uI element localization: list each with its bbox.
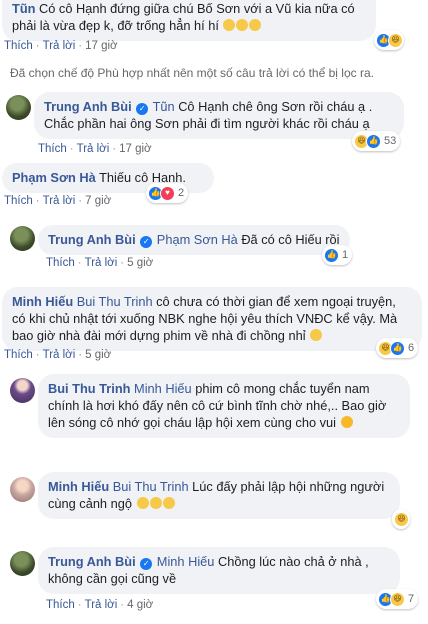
verified-icon: ✓ [140,558,153,570]
comment-bubble: Trung Anh Bùi ✓ Minh Hiếu Chồng lúc nào … [38,547,400,594]
comment-author[interactable]: Minh Hiếu [48,479,109,494]
haha-icon: 😆 [388,32,403,48]
comment-actions: Thích · Trả lời · 17 giờ [38,143,152,155]
timestamp[interactable]: 7 giờ [85,195,111,207]
like-icon: 👍 [366,133,381,149]
reaction-count: 6 [408,342,415,354]
comment-bubble: Trung Anh Bùi ✓ Phạm Sơn Hà Đã có cô Hiế… [38,225,350,255]
comment-actions: Thích · Trả lời · 17 giờ [4,40,118,52]
haha-icon: 😆 [390,591,405,607]
reaction-count: 7 [408,593,415,605]
reaction-count: 1 [342,249,349,261]
avatar[interactable] [10,226,35,251]
comment-text: Đã có cô Hiếu rồi [241,232,340,247]
reaction-summary[interactable]: 😆 👍 6 [376,338,419,358]
verified-icon: ✓ [136,103,149,115]
like-link[interactable]: Thích [46,599,75,611]
avatar[interactable] [10,378,35,403]
comment-author[interactable]: Minh Hiếu [12,294,73,309]
comment-author[interactable]: Trung Anh Bùi [48,554,136,569]
comment-author[interactable]: Bui Thu Trinh [48,381,130,396]
mention-tag[interactable]: Minh Hiếu [157,554,215,569]
haha-icon: 😆 [394,511,409,527]
reaction-count: 53 [384,135,397,147]
comment-author[interactable]: Tũn [12,1,35,16]
like-link[interactable]: Thích [46,257,75,269]
comment-author[interactable]: Trung Anh Bùi [44,99,132,114]
mention-tag[interactable]: Bui Thu Trinh [77,294,153,309]
reaction-summary[interactable]: 😆 👍 53 [352,131,401,151]
reply-link[interactable]: Trả lời [85,599,118,611]
comment-actions: Thích · Trả lời · 5 giờ [4,349,112,361]
verified-icon: ✓ [140,236,153,248]
love-icon: ♥ [160,185,175,201]
reply-link[interactable]: Trả lời [43,40,76,52]
like-link[interactable]: Thích [4,195,33,207]
filter-note: Đã chọn chế độ Phù hợp nhất nên một số c… [10,66,374,80]
comment-actions: Thích · Trả lời · 5 giờ [46,257,154,269]
timestamp[interactable]: 5 giờ [127,257,153,269]
timestamp[interactable]: 17 giờ [119,143,151,155]
mention-tag[interactable]: Bui Thu Trinh [113,479,189,494]
reaction-summary[interactable]: 👍 😆 [374,30,404,50]
reply-link[interactable]: Trả lời [77,143,110,155]
like-icon: 👍 [390,340,405,356]
avatar[interactable] [10,551,35,576]
comment-bubble: Trung Anh Bùi ✓ Tũn Cô Hạnh chê ông Sơn … [34,92,404,139]
avatar[interactable] [10,477,35,502]
reaction-summary[interactable]: 😆 [392,509,410,529]
comment-actions: Thích · Trả lời · 4 giờ [46,599,154,611]
timestamp[interactable]: 5 giờ [85,349,111,361]
comment-bubble: Minh Hiếu Bui Thu Trinh cô chưa có thời … [2,287,422,351]
reply-link[interactable]: Trả lời [85,257,118,269]
reply-link[interactable]: Trả lời [43,349,76,361]
mention-tag[interactable]: Tũn [153,99,175,114]
comment-bubble: Minh Hiếu Bui Thu Trinh Lúc đấy phải lập… [38,472,400,519]
avatar[interactable] [6,95,31,120]
like-link[interactable]: Thích [4,40,33,52]
smile-emoji-icon [236,19,249,31]
laugh-emoji-icon [162,497,175,509]
like-icon: 👍 [324,247,339,263]
like-link[interactable]: Thích [4,349,33,361]
timestamp[interactable]: 17 giờ [85,40,117,52]
reaction-count: 2 [178,187,185,199]
tongue-emoji-icon [310,329,323,341]
comment-actions: Thích · Trả lời · 7 giờ [4,195,112,207]
laugh-emoji-icon [149,497,162,509]
mention-tag[interactable]: Phạm Sơn Hà [157,232,238,247]
smile-emoji-icon [249,19,262,31]
comment-text: Có cô Hạnh đứng giữa chú Bố Sơn với a Vũ… [12,1,355,33]
comment-bubble: Tũn Có cô Hạnh đứng giữa chú Bố Sơn với … [2,0,376,41]
comment-author[interactable]: Phạm Sơn Hà [12,170,96,185]
laugh-emoji-icon [136,497,149,509]
smile-emoji-icon [223,19,236,31]
timestamp[interactable]: 4 giờ [127,599,153,611]
comment-author[interactable]: Trung Anh Bùi [48,232,136,247]
reaction-summary[interactable]: 👍 ♥ 2 [146,183,189,203]
mention-tag[interactable]: Minh Hiếu [134,381,192,396]
reply-link[interactable]: Trả lời [43,195,76,207]
reaction-summary[interactable]: 👍 1 [322,245,353,265]
comment-bubble: Bui Thu Trinh Minh Hiếu phim cô mong chắ… [38,374,410,438]
grin-emoji-icon [340,416,353,428]
like-link[interactable]: Thích [38,143,67,155]
reaction-summary[interactable]: 👍 😆 7 [376,589,419,609]
